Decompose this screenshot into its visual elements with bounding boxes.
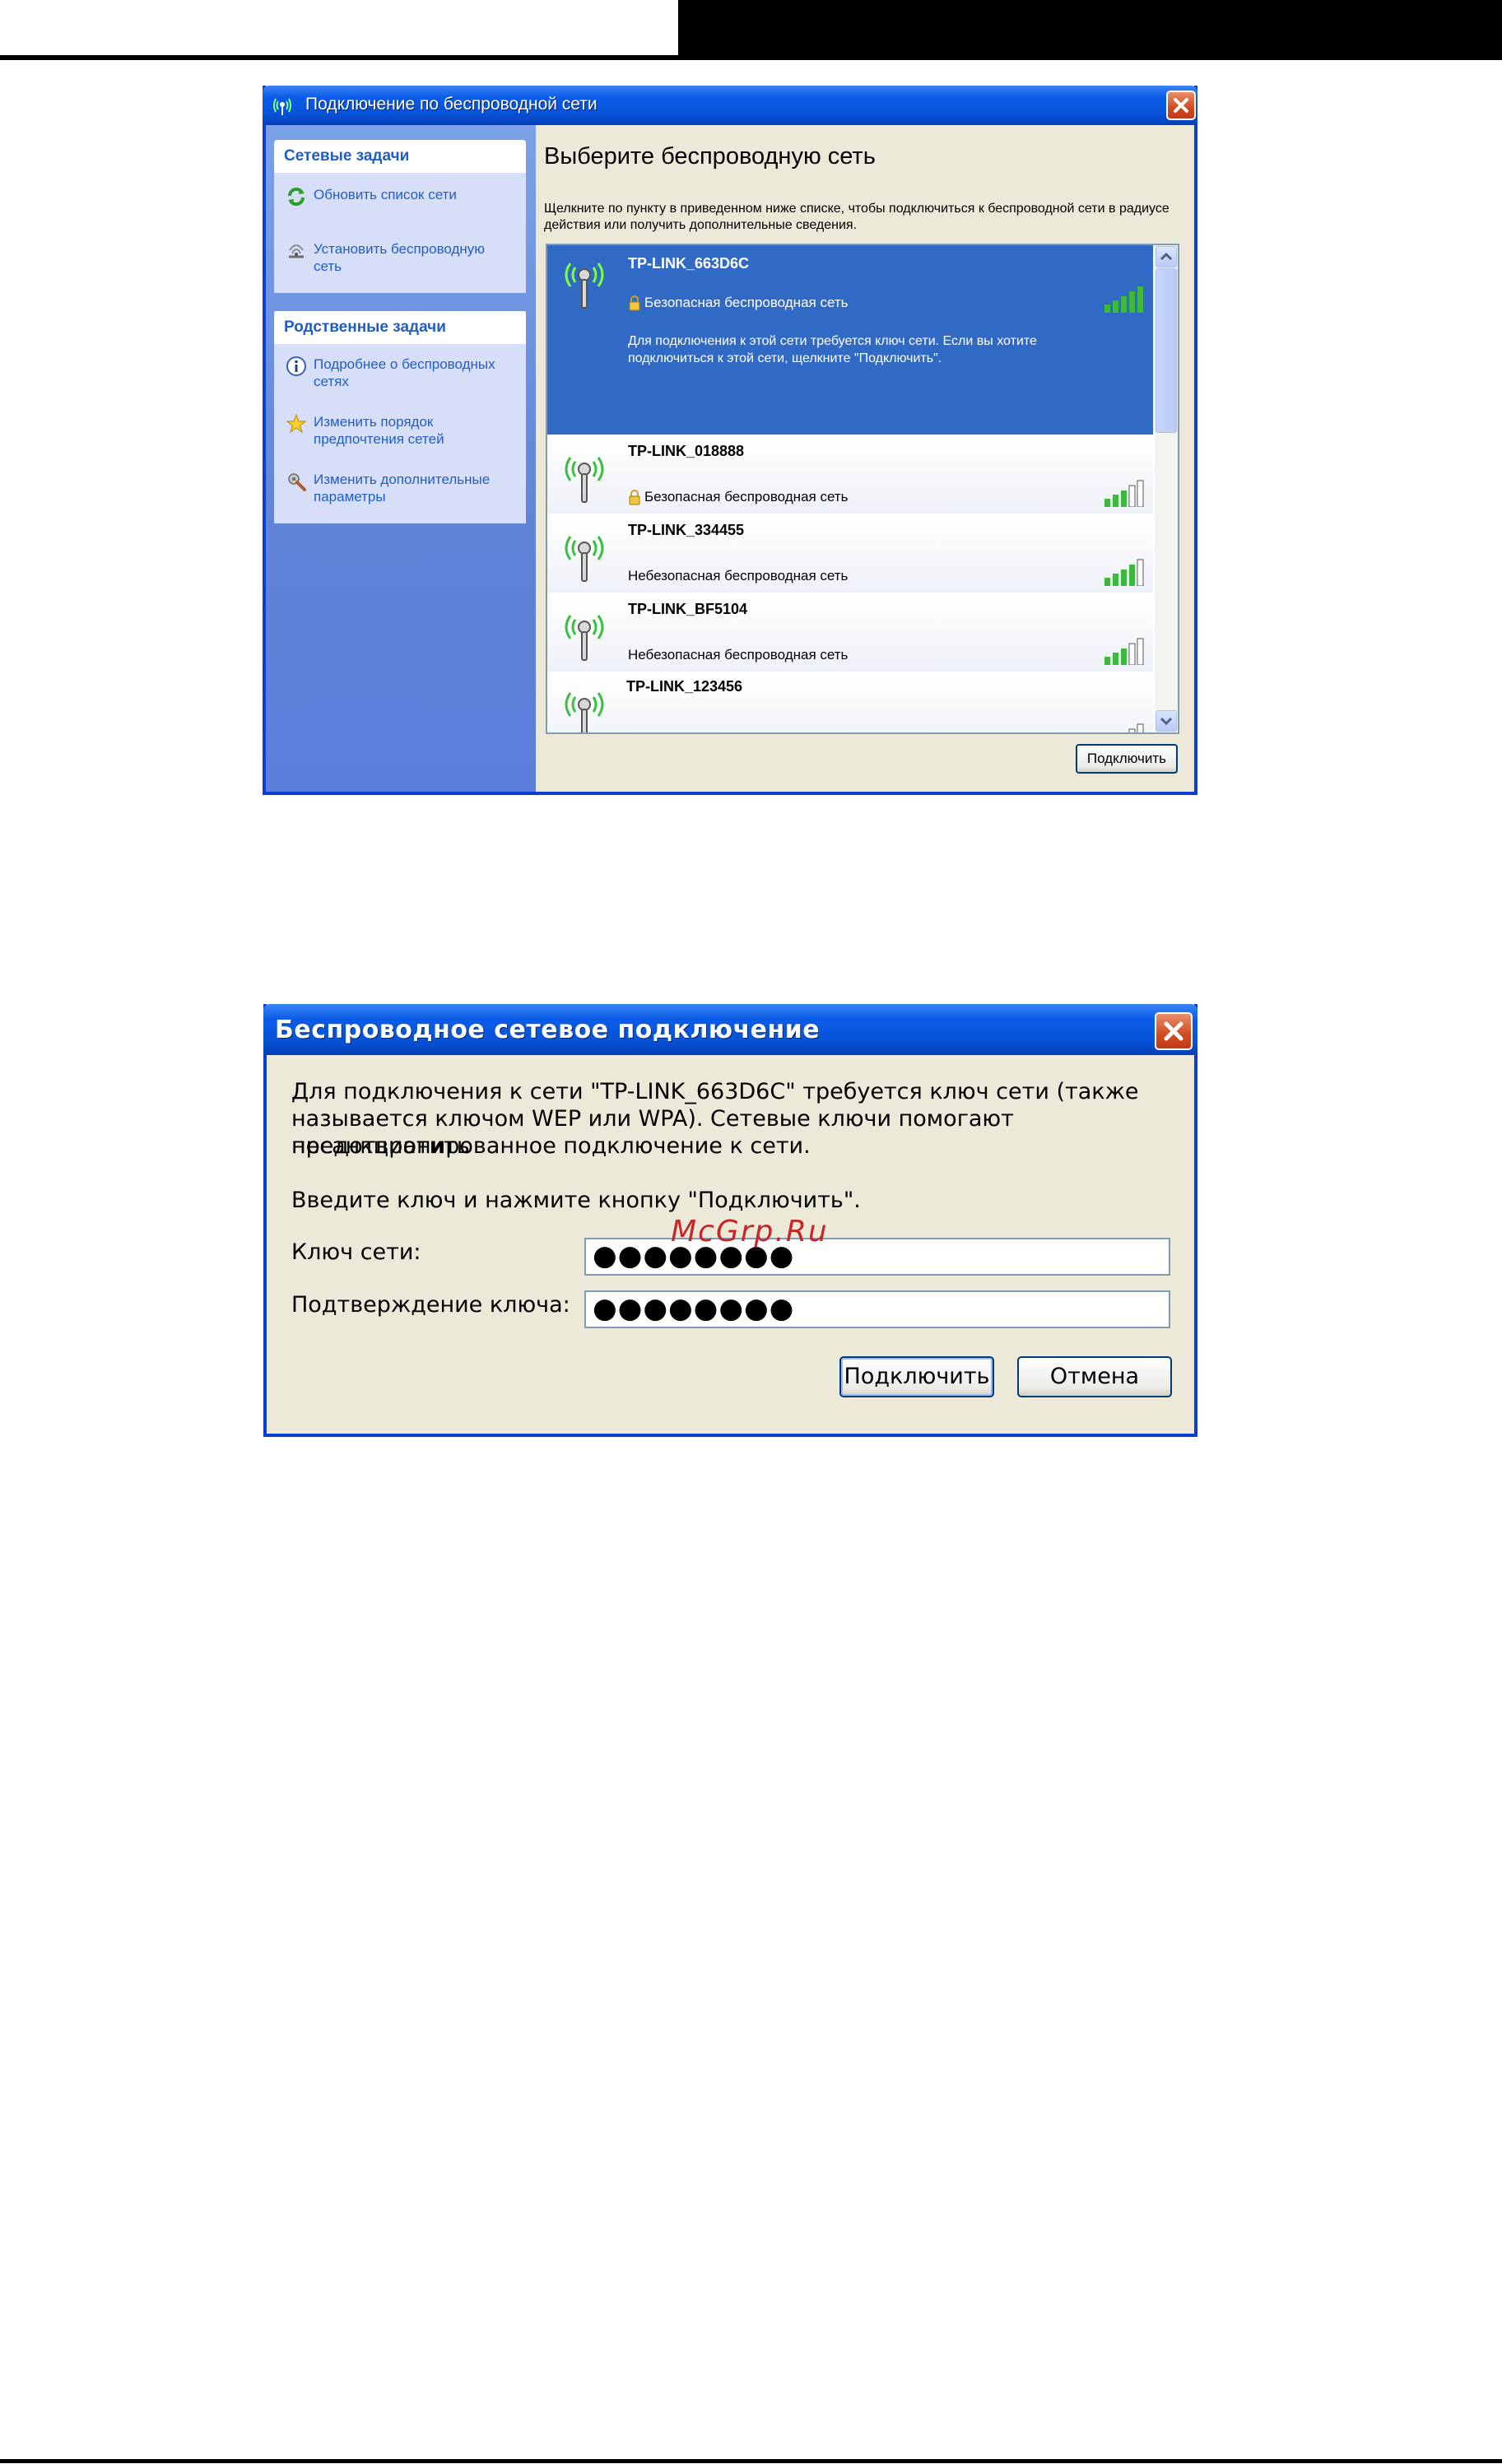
wireless-network-window: Подключение по беспроводной сети Сетевые… (263, 86, 1197, 795)
network-security: Безопасная беспроводная сеть (628, 489, 849, 505)
close-button[interactable] (1166, 91, 1196, 120)
network-name: TP-LINK_123456 (626, 678, 743, 695)
confirm-key-label: Подтверждение ключа: (291, 1292, 570, 1318)
network-security: Небезопасная беспроводная сеть (628, 568, 848, 584)
network-list[interactable]: TP-LINK_663D6C Безопасная беспроводная с… (546, 244, 1179, 734)
change-advanced-settings-link[interactable]: Изменить дополнительные параметры (286, 471, 490, 505)
signal-strength-icon (1104, 480, 1144, 507)
related-tasks-panel: Родственные задачи Подробнее о беспровод… (274, 311, 526, 523)
info-icon (286, 356, 306, 376)
dialog-connect-button[interactable]: Подключить (839, 1356, 994, 1397)
page-heading: Выберите беспроводную сеть (544, 143, 876, 170)
refresh-network-list-link[interactable]: Обновить список сети (286, 186, 457, 207)
network-name: TP-LINK_018888 (628, 443, 745, 459)
network-item-tp-link-018888[interactable]: TP-LINK_018888 Безопасная беспроводная с… (547, 438, 1153, 514)
dialog-title-bar[interactable]: Беспроводное сетевое подключение (263, 1004, 1197, 1055)
signal-strength-icon (1128, 723, 1144, 732)
network-item-tp-link-bf5104[interactable]: TP-LINK_BF5104 Небезопасная беспроводная… (547, 596, 1153, 672)
star-icon (286, 413, 307, 434)
learn-about-wireless-link[interactable]: Подробнее о беспроводных сетях (286, 356, 495, 390)
page-header-rule (0, 55, 678, 60)
close-icon (1164, 1021, 1183, 1041)
network-list-scrollbar[interactable] (1155, 245, 1178, 732)
lock-icon (629, 490, 640, 505)
scroll-down-button[interactable] (1156, 710, 1177, 732)
task-pane: Сетевые задачи Обновить список сети Уста… (266, 125, 536, 792)
dialog-close-button[interactable] (1155, 1012, 1193, 1050)
network-security-label: Безопасная беспроводная сеть (644, 489, 849, 504)
signal-strength-icon (1104, 286, 1143, 313)
wireless-antenna-icon (565, 692, 604, 732)
dialog-title: Беспроводное сетевое подключение (275, 1016, 821, 1044)
wireless-antenna-icon (565, 615, 604, 661)
network-name: TP-LINK_BF5104 (628, 601, 748, 617)
watermark: McGrp.Ru (671, 1215, 829, 1248)
signal-strength-icon (1104, 638, 1144, 665)
refresh-network-list-label: Обновить список сети (314, 187, 457, 202)
network-security-label: Небезопасная беспроводная сеть (628, 568, 849, 583)
setup-wireless-network-link[interactable]: Установить беспроводную сеть (286, 240, 485, 275)
wireless-setup-icon (289, 244, 304, 258)
wireless-antenna-icon (565, 536, 604, 582)
learn-about-wireless-label: Подробнее о беспроводных сетях (314, 356, 495, 389)
network-security: Безопасная беспроводная сеть (628, 295, 849, 311)
confirm-key-input[interactable]: ●●●●●●●● (584, 1290, 1170, 1328)
signal-strength-icon (1104, 559, 1144, 586)
change-preferred-order-label: Изменить порядок предпочтения сетей (314, 414, 444, 447)
lock-icon (629, 295, 640, 311)
network-security: Небезопасная беспроводная сеть (628, 647, 848, 663)
window-title-bar[interactable]: Подключение по беспроводной сети (263, 86, 1197, 125)
dialog-cancel-button[interactable]: Отмена (1017, 1356, 1172, 1397)
dialog-message-line-1: Для подключения к сети "TP-LINK_663D6C" … (291, 1079, 1139, 1104)
scroll-thumb[interactable] (1156, 268, 1177, 433)
network-item-tp-link-663d6c[interactable]: TP-LINK_663D6C Безопасная беспроводная с… (547, 245, 1153, 435)
related-tasks-header: Родственные задачи (274, 311, 526, 344)
settings-icon (288, 473, 306, 491)
wireless-antenna-icon (565, 457, 604, 503)
chevron-up-icon (1160, 252, 1173, 261)
connect-button[interactable]: Подключить (1075, 744, 1178, 774)
page-description: Щелкните по пункту в приведенном ниже сп… (544, 202, 1170, 232)
wireless-antenna-icon (565, 263, 604, 309)
network-name: TP-LINK_334455 (628, 522, 745, 538)
network-details: Для подключения к этой сети требуется кл… (628, 334, 1037, 365)
page-header-block (678, 0, 1502, 60)
wireless-network-icon (273, 98, 291, 115)
network-security-label: Небезопасная беспроводная сеть (628, 647, 849, 662)
close-icon (1174, 98, 1188, 113)
change-preferred-order-link[interactable]: Изменить порядок предпочтения сетей (286, 413, 444, 448)
main-pane: Выберите беспроводную сеть Щелкните по п… (544, 125, 1194, 792)
page-footer-rule (0, 2459, 1502, 2463)
network-tasks-header: Сетевые задачи (274, 140, 526, 173)
network-item-tp-link-334455[interactable]: TP-LINK_334455 Небезопасная беспроводная… (547, 517, 1153, 593)
change-advanced-settings-label: Изменить дополнительные параметры (314, 472, 491, 504)
dialog-instruction: Введите ключ и нажмите кнопку "Подключит… (291, 1188, 861, 1213)
network-name: TP-LINK_663D6C (628, 255, 750, 272)
scroll-up-button[interactable] (1156, 246, 1177, 267)
chevron-down-icon (1160, 717, 1173, 726)
setup-wireless-network-label: Установить беспроводную сеть (314, 241, 486, 274)
refresh-icon (287, 187, 305, 207)
network-item-tp-link-123456[interactable]: TP-LINK_123456 (547, 675, 1153, 732)
window-title: Подключение по беспроводной сети (305, 95, 598, 114)
network-security-label: Безопасная беспроводная сеть (644, 295, 849, 310)
dialog-message-line-3: несанкционированное подключение к сети. (291, 1133, 811, 1159)
network-key-label: Ключ сети: (291, 1239, 421, 1265)
network-tasks-panel: Сетевые задачи Обновить список сети Уста… (274, 140, 526, 293)
